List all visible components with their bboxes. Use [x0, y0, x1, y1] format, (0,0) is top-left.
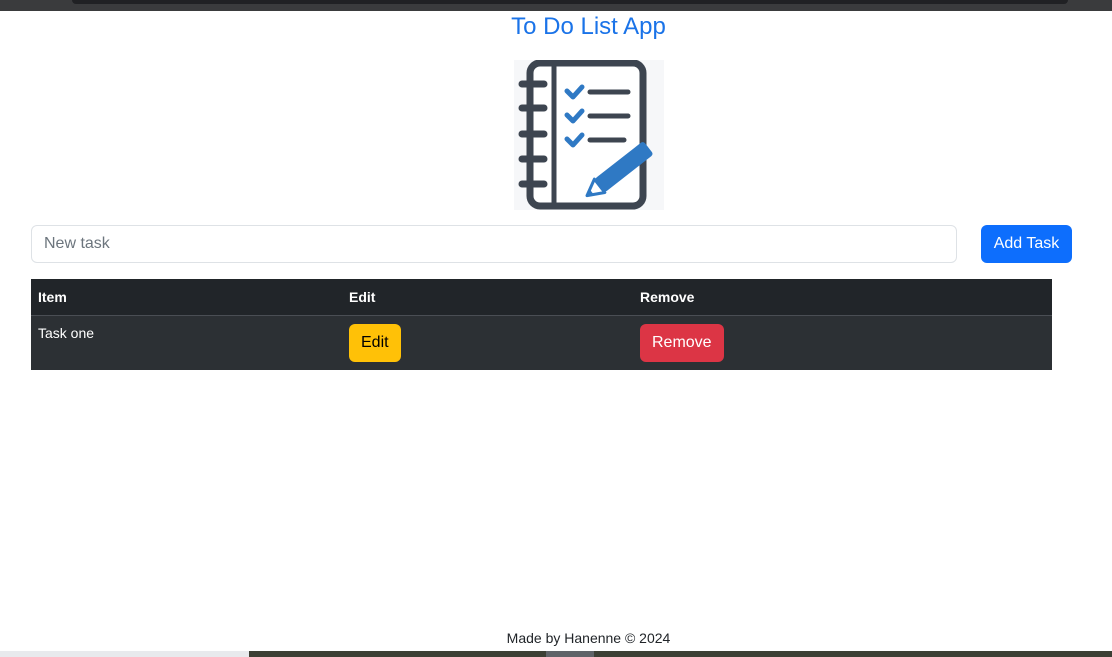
column-header-remove: Remove [633, 279, 1052, 316]
table-header-row: Item Edit Remove [31, 279, 1052, 316]
os-taskbar-edge [0, 651, 1112, 657]
footer-credit: Made by Hanenne © 2024 [506, 630, 671, 646]
edit-cell: Edit [342, 315, 633, 370]
table-row: Task one Edit Remove [31, 315, 1052, 370]
notebook-checklist-icon [514, 59, 664, 210]
taskbar-segment [0, 651, 249, 657]
edit-button[interactable]: Edit [349, 323, 401, 362]
browser-top-bar [0, 0, 1112, 11]
column-header-item: Item [31, 279, 342, 316]
add-task-button[interactable]: Add Task [981, 225, 1072, 263]
remove-cell: Remove [633, 315, 1052, 370]
new-task-input[interactable] [31, 225, 957, 263]
taskbar-segment [546, 651, 594, 657]
remove-button[interactable]: Remove [640, 323, 724, 362]
browser-tab-edge [72, 0, 1068, 4]
page-title: To Do List App [511, 13, 666, 40]
task-item-text: Task one [31, 315, 342, 370]
column-header-edit: Edit [342, 279, 633, 316]
task-table: Item Edit Remove Task one Edit Remove [31, 279, 1052, 370]
